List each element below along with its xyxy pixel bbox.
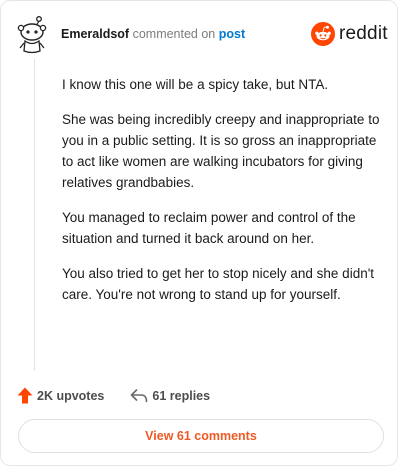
snoo-avatar-icon — [17, 16, 47, 54]
comment-body: I know this one will be a spicy take, bu… — [62, 74, 382, 319]
reply-arrow-icon — [131, 388, 148, 402]
action-text: commented on — [132, 27, 216, 41]
comment-paragraph: I know this one will be a spicy take, bu… — [62, 77, 329, 92]
author-name[interactable]: Emeraldsof — [61, 27, 129, 41]
replies-button[interactable]: 61 replies — [130, 389, 210, 403]
comment-card: Emeraldsof commented on post reddit I kn… — [0, 0, 398, 466]
view-comments-label: View 61 comments — [145, 429, 257, 443]
reddit-wordmark: reddit — [339, 23, 388, 44]
reddit-snoo-icon — [311, 22, 335, 46]
upvote-arrow-icon — [17, 387, 33, 404]
thread-line — [34, 59, 35, 371]
comment-paragraph: She was being incredibly creepy and inap… — [62, 112, 380, 190]
view-comments-button[interactable]: View 61 comments — [18, 419, 384, 453]
replies-count: 61 replies — [152, 388, 211, 403]
reddit-logo[interactable]: reddit — [311, 21, 388, 47]
user-avatar[interactable] — [15, 15, 49, 55]
comment-header: Emeraldsof commented on post — [61, 27, 245, 41]
post-link[interactable]: post — [219, 27, 245, 41]
comment-actions: 2K upvotes 61 replies — [17, 387, 210, 404]
upvote-button[interactable]: 2K upvotes — [17, 387, 104, 404]
comment-paragraph: You also tried to get her to stop nicely… — [62, 266, 375, 302]
upvotes-count: 2K upvotes — [37, 388, 105, 403]
comment-paragraph: You managed to reclaim power and control… — [62, 210, 356, 246]
